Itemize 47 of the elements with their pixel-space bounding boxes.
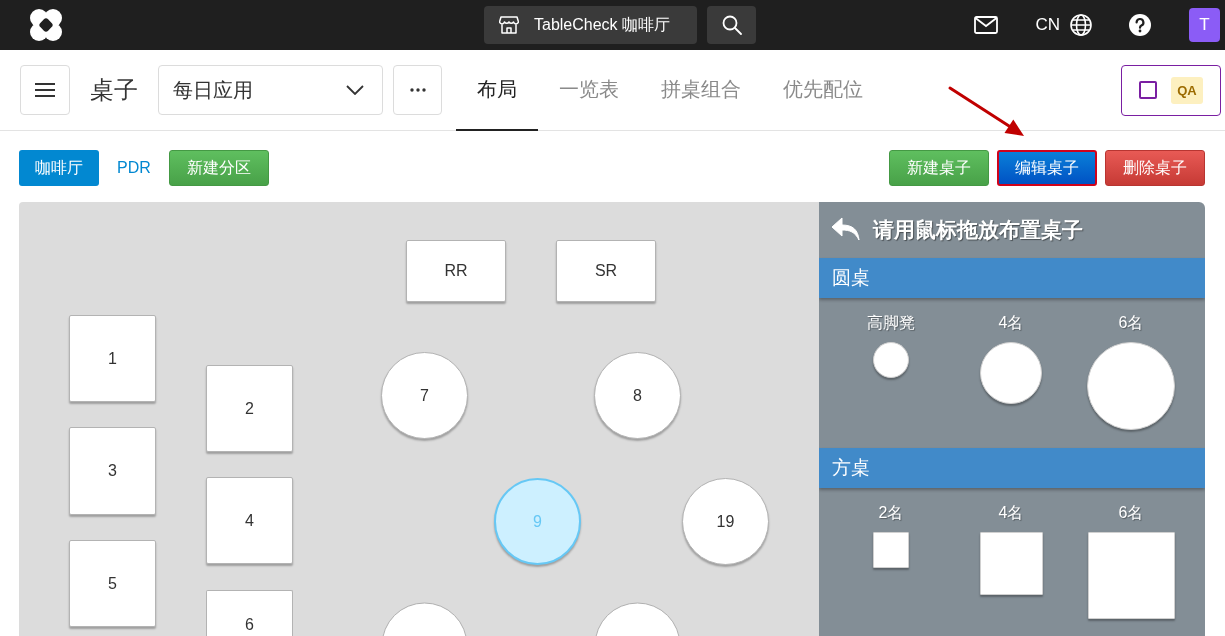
square-table[interactable]: 4 [206, 477, 293, 564]
more-icon [409, 88, 426, 92]
area-tab[interactable]: 咖啡厅 [19, 150, 99, 186]
checkbox[interactable] [1139, 81, 1158, 99]
palette-label: 高脚凳 [867, 313, 915, 333]
palette-label: 4名 [998, 313, 1024, 333]
store-icon [499, 16, 519, 34]
palette-label: 6名 [1118, 503, 1144, 523]
section-header: 方桌 [819, 448, 1205, 488]
round-table-template[interactable] [873, 342, 909, 378]
square-table[interactable]: 3 [69, 427, 156, 515]
qa-label: QA [1171, 76, 1203, 104]
view-select[interactable]: 每日应用 [158, 65, 383, 115]
round-table[interactable]: 7 [381, 352, 468, 439]
square-table[interactable]: 6 [206, 590, 293, 636]
square-table[interactable]: 5 [69, 540, 156, 627]
chevron-down-icon [346, 85, 364, 95]
round-table-template[interactable] [980, 342, 1042, 404]
globe-icon [1070, 14, 1092, 36]
logo-icon[interactable] [30, 9, 62, 41]
menu-button[interactable] [20, 65, 70, 115]
round-table[interactable]: 8 [594, 352, 681, 439]
help-icon[interactable] [1129, 14, 1151, 36]
rectangular-table[interactable]: RR [406, 240, 506, 302]
mail-icon[interactable] [974, 16, 999, 34]
palette-label: 2名 [878, 503, 904, 523]
edit-table-button[interactable]: 编辑桌子 [997, 150, 1097, 186]
language-button[interactable]: CN [1035, 14, 1092, 36]
user-avatar[interactable]: T [1189, 8, 1220, 42]
page-title: 桌子 [90, 75, 138, 105]
palette-title: 请用鼠标拖放布置桌子 [873, 217, 1083, 243]
square-table[interactable]: 2 [206, 365, 293, 452]
store-button[interactable]: TableCheck 咖啡厅 [484, 6, 697, 44]
tab[interactable]: 布局 [456, 50, 538, 131]
qa-toggle[interactable]: QA [1121, 64, 1221, 116]
section-header: 圆桌 [819, 258, 1205, 298]
round-table[interactable]: 19 [682, 478, 769, 565]
menu-icon [35, 83, 55, 97]
palette-label: 6名 [1118, 313, 1144, 333]
search-button[interactable] [707, 6, 756, 44]
square-table[interactable]: 1 [69, 315, 156, 402]
palette-label: 4名 [998, 503, 1024, 523]
search-icon [721, 15, 742, 35]
area-tab[interactable]: PDR [101, 150, 167, 186]
rectangular-table[interactable]: SR [556, 240, 656, 302]
undo-icon[interactable] [831, 217, 861, 243]
delete-table-button[interactable]: 删除桌子 [1105, 150, 1205, 186]
